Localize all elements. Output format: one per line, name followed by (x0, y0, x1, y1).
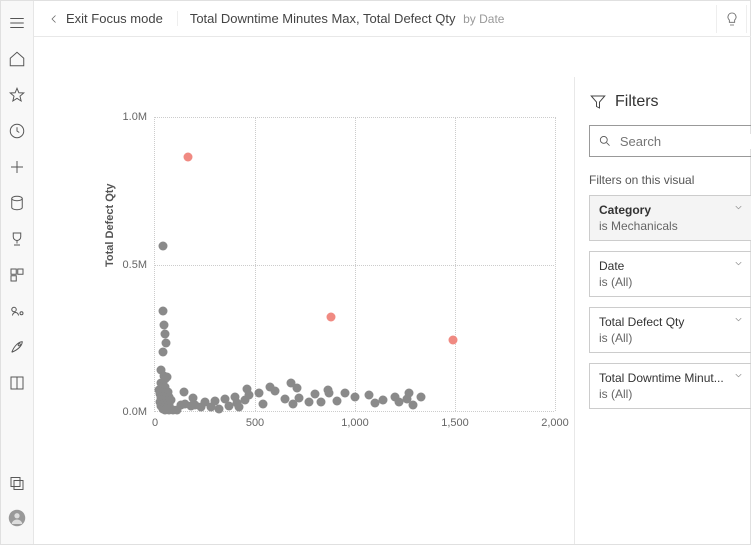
filter-name: Date (599, 259, 751, 273)
book-icon[interactable] (1, 367, 33, 399)
share-icon[interactable] (1, 295, 33, 327)
chevron-down-icon[interactable] (733, 314, 744, 325)
x-tick: 2,000 (541, 411, 569, 429)
exit-focus-label: Exit Focus mode (66, 11, 163, 26)
insight-icon[interactable] (716, 5, 746, 33)
x-tick: 1,000 (341, 411, 369, 429)
data-point[interactable] (235, 403, 244, 412)
data-point[interactable] (271, 386, 280, 395)
hamburger-icon[interactable] (1, 7, 33, 39)
data-point[interactable] (161, 330, 170, 339)
user-icon[interactable] (1, 502, 33, 534)
database-icon[interactable] (1, 187, 33, 219)
title-main: Total Downtime Minutes Max, Total Defect… (190, 11, 456, 26)
filter-card[interactable]: Date is (All) (589, 251, 751, 297)
funnel-icon (589, 93, 607, 111)
filter-value: is (All) (599, 387, 751, 401)
data-point[interactable] (259, 399, 268, 408)
filter-section-label: Filters on this visual … (589, 173, 751, 187)
chevron-down-icon[interactable] (733, 258, 744, 269)
main-area: Exit Focus mode Total Downtime Minutes M… (34, 1, 751, 544)
data-point[interactable] (293, 384, 302, 393)
y-tick: 1.0M (123, 111, 155, 123)
data-point[interactable] (409, 400, 418, 409)
pin-icon[interactable] (746, 5, 751, 33)
filter-value: is Mechanicals (599, 219, 751, 233)
home-icon[interactable] (1, 43, 33, 75)
data-point[interactable] (333, 396, 342, 405)
filter-name: Total Downtime Minut... (599, 371, 751, 385)
data-point[interactable] (449, 336, 458, 345)
data-point[interactable] (325, 388, 334, 397)
search-icon (598, 133, 612, 149)
plus-icon[interactable] (1, 151, 33, 183)
topbar: Exit Focus mode Total Downtime Minutes M… (34, 1, 751, 37)
y-axis-label: Total Defect Qty (104, 183, 116, 267)
content: Total Defect Qty 05001,0001,5002,0000.0M… (34, 37, 751, 544)
filter-card[interactable]: Total Downtime Minut... is (All) (589, 363, 751, 409)
chevron-left-icon (48, 13, 60, 25)
data-point[interactable] (160, 321, 169, 330)
search-input[interactable] (620, 134, 751, 149)
data-point[interactable] (327, 312, 336, 321)
data-point[interactable] (405, 388, 414, 397)
data-point[interactable] (162, 339, 171, 348)
filters-panel: Filters Filters on this visual … Categor… (574, 77, 751, 544)
rocket-icon[interactable] (1, 331, 33, 363)
exit-focus-button[interactable]: Exit Focus mode (42, 7, 169, 30)
recent-icon[interactable] (1, 115, 33, 147)
x-tick: 1,500 (441, 411, 469, 429)
data-point[interactable] (351, 392, 360, 401)
x-tick: 500 (246, 411, 264, 429)
data-point[interactable] (189, 393, 198, 402)
data-point[interactable] (159, 348, 168, 357)
left-nav (1, 1, 34, 544)
filter-card[interactable]: Category is Mechanicals (589, 195, 751, 241)
data-point[interactable] (215, 404, 224, 413)
filter-search[interactable] (589, 125, 751, 157)
data-point[interactable] (295, 393, 304, 402)
chevron-down-icon[interactable] (733, 370, 744, 381)
data-point[interactable] (305, 398, 314, 407)
filter-value: is (All) (599, 331, 751, 345)
data-point[interactable] (180, 387, 189, 396)
data-point[interactable] (417, 392, 426, 401)
data-point[interactable] (184, 153, 193, 162)
star-icon[interactable] (1, 79, 33, 111)
y-tick: 0.0M (123, 406, 155, 418)
data-point[interactable] (255, 388, 264, 397)
title-by: by Date (463, 12, 504, 26)
scatter-plot[interactable]: 05001,0001,5002,0000.0M0.5M1.0M (154, 117, 554, 412)
apps-icon[interactable] (1, 259, 33, 291)
filter-value: is (All) (599, 275, 751, 289)
page-title: Total Downtime Minutes Max, Total Defect… (177, 11, 505, 26)
y-tick: 0.5M (123, 259, 155, 271)
filter-card[interactable]: Total Defect Qty is (All) (589, 307, 751, 353)
data-point[interactable] (245, 390, 254, 399)
data-point[interactable] (341, 388, 350, 397)
data-point[interactable] (159, 241, 168, 250)
filter-name: Total Defect Qty (599, 315, 751, 329)
filters-header: Filters (589, 93, 751, 111)
data-point[interactable] (317, 397, 326, 406)
chart-area: Total Defect Qty 05001,0001,5002,0000.0M… (34, 37, 574, 544)
trophy-icon[interactable] (1, 223, 33, 255)
data-point[interactable] (379, 395, 388, 404)
workspace-icon[interactable] (1, 466, 33, 498)
filter-name: Category (599, 203, 751, 217)
filters-title: Filters (615, 93, 751, 111)
chevron-down-icon[interactable] (733, 202, 744, 213)
data-point[interactable] (159, 306, 168, 315)
